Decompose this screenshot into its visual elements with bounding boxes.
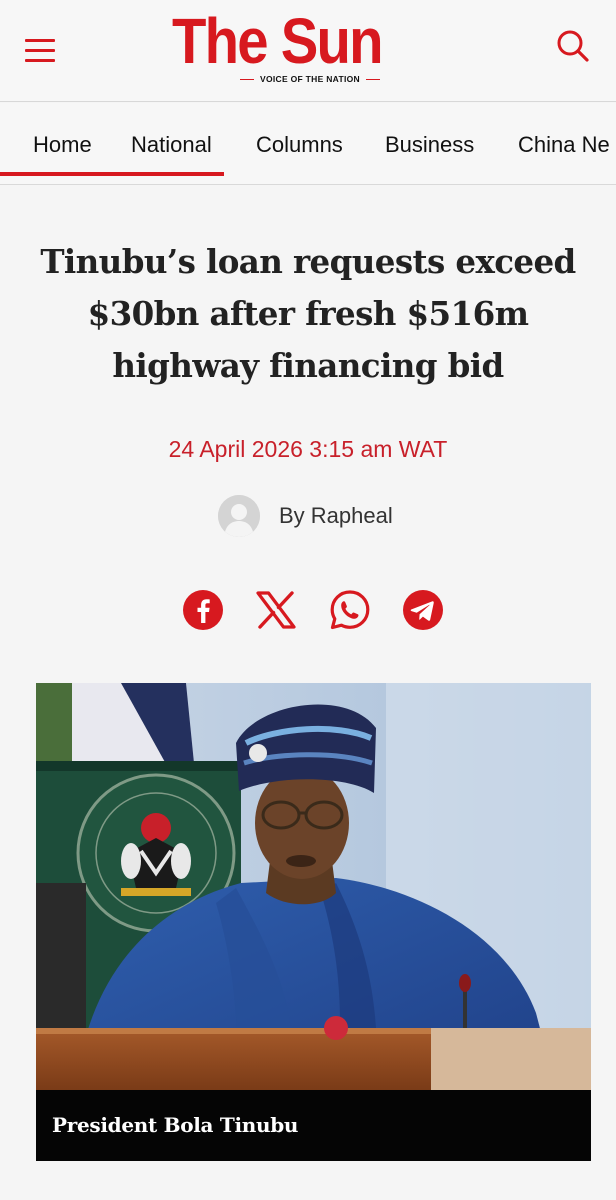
site-logo[interactable]: The Sun VOICE OF THE NATION (172, 4, 430, 86)
article-date: 24 April 2026 3:15 am WAT (168, 436, 448, 462)
active-nav-indicator (0, 172, 224, 176)
nav-item-national[interactable]: National (131, 132, 212, 158)
facebook-icon[interactable] (182, 589, 224, 631)
image-caption: President Bola Tinubu (52, 1113, 299, 1137)
section-nav: Home National Columns Business China Ne (0, 103, 616, 185)
site-header: The Sun VOICE OF THE NATION (0, 0, 616, 102)
logo-text: The Sun (172, 5, 384, 77)
search-icon[interactable] (553, 26, 593, 66)
hamburger-menu-icon[interactable] (22, 33, 58, 65)
default-avatar-icon[interactable] (218, 495, 260, 537)
whatsapp-icon[interactable] (329, 589, 371, 631)
nav-item-business[interactable]: Business (385, 132, 474, 158)
nav-item-china-news[interactable]: China Ne (518, 132, 610, 158)
x-icon[interactable] (255, 589, 297, 631)
telegram-icon[interactable] (402, 589, 444, 631)
image-caption-bar: President Bola Tinubu (36, 1090, 591, 1161)
nav-item-columns[interactable]: Columns (256, 132, 343, 158)
president-photo (36, 683, 591, 1091)
article-headline: Tinubu’s loan requests exceed $30bn afte… (40, 242, 576, 385)
author-name[interactable]: By Rapheal (279, 503, 393, 529)
logo-tagline: VOICE OF THE NATION (240, 74, 380, 84)
nav-item-home[interactable]: Home (33, 132, 92, 158)
featured-image[interactable]: President Bola Tinubu (36, 683, 591, 1161)
